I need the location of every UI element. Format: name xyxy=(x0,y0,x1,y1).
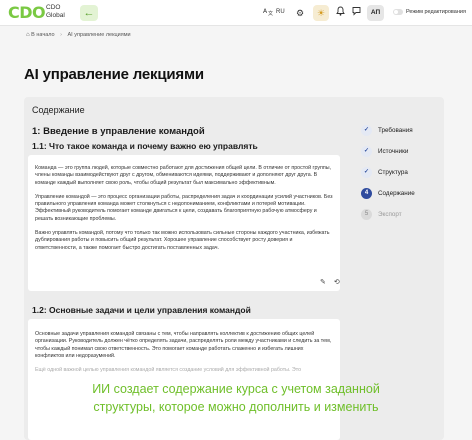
caption-line-2: структуры, которое можно дополнить и изм… xyxy=(93,400,379,414)
step-label: Источники xyxy=(378,148,409,155)
breadcrumb-current: AI управление лекциями xyxy=(67,32,131,38)
logo-sub-line-2: Global xyxy=(46,12,65,19)
page-title: AI управление лекциями xyxy=(24,66,204,83)
paragraph: Команда — это группа людей, которые совм… xyxy=(35,165,332,186)
step-label: Структура xyxy=(378,169,408,176)
breadcrumb: ⌂ В начало › AI управление лекциями xyxy=(26,32,131,38)
paragraph: Важно управлять командой, потому что тол… xyxy=(35,230,330,251)
paragraph: Управление командой — это процесс органи… xyxy=(35,193,333,222)
sun-icon[interactable]: ☀ xyxy=(313,5,329,21)
progress-stepper: ✓ Требования ✓ Источники ✓ Структура 4 С… xyxy=(361,125,441,230)
logo-sub-line-1: CDO xyxy=(46,4,61,11)
panel-title: Содержание xyxy=(32,105,85,115)
top-bar: CDO CDO Global ← A文 RU ⚙ ☀ АП Режим реда… xyxy=(0,0,472,26)
caption-line-1: ИИ создает содержание курса с учетом зад… xyxy=(92,382,380,396)
svg-text:文: 文 xyxy=(268,10,273,16)
section-1-2-text[interactable]: Основные задачи управления командой связ… xyxy=(28,319,340,440)
edit-mode-toggle[interactable] xyxy=(393,9,403,15)
chat-icon[interactable] xyxy=(352,6,361,20)
check-icon: ✓ xyxy=(361,167,372,178)
translate-icon[interactable]: A文 xyxy=(263,6,273,20)
check-icon: ✓ xyxy=(361,125,372,136)
step-requirements[interactable]: ✓ Требования xyxy=(361,125,441,146)
step-content[interactable]: 4 Содержание xyxy=(361,188,441,209)
bell-icon[interactable] xyxy=(336,6,345,20)
home-icon: ⌂ xyxy=(26,32,30,38)
breadcrumb-home[interactable]: В начало xyxy=(31,32,54,38)
breadcrumb-separator: › xyxy=(60,32,62,38)
step-number: 5 xyxy=(361,209,372,220)
check-icon: ✓ xyxy=(361,146,372,157)
avatar[interactable]: АП xyxy=(367,5,384,21)
refresh-icon[interactable]: ⟲ xyxy=(334,279,340,286)
language-selector[interactable]: RU xyxy=(276,9,285,15)
paragraph: Ещё одной важной целью управления команд… xyxy=(35,367,302,374)
step-number: 4 xyxy=(361,188,372,199)
logo-subtitle: CDO Global xyxy=(46,4,65,20)
edit-mode-label: Режим редактирования xyxy=(406,9,466,15)
gear-icon[interactable]: ⚙ xyxy=(296,6,304,20)
step-export[interactable]: 5 Экспорт xyxy=(361,209,441,230)
step-sources[interactable]: ✓ Источники xyxy=(361,146,441,167)
back-button[interactable]: ← xyxy=(80,5,98,21)
step-label: Содержание xyxy=(378,190,415,197)
arrow-left-icon: ← xyxy=(83,7,95,19)
section-1-title: 1: Введение в управление командой xyxy=(32,126,205,137)
step-label: Требования xyxy=(378,127,413,134)
section-1-1-title: 1.1: Что такое команда и почему важно ею… xyxy=(32,141,258,151)
section-1-2-title: 1.2: Основные задачи и цели управления к… xyxy=(32,305,251,315)
step-structure[interactable]: ✓ Структура xyxy=(361,167,441,188)
section-actions: ✎ ⟲ xyxy=(314,278,340,286)
step-label: Экспорт xyxy=(378,211,402,218)
paragraph: Основные задачи управления командой связ… xyxy=(35,331,332,359)
logo[interactable]: CDO xyxy=(8,3,46,22)
pencil-icon[interactable]: ✎ xyxy=(320,279,326,286)
section-1-1-text[interactable]: Команда — это группа людей, которые совм… xyxy=(28,155,340,291)
